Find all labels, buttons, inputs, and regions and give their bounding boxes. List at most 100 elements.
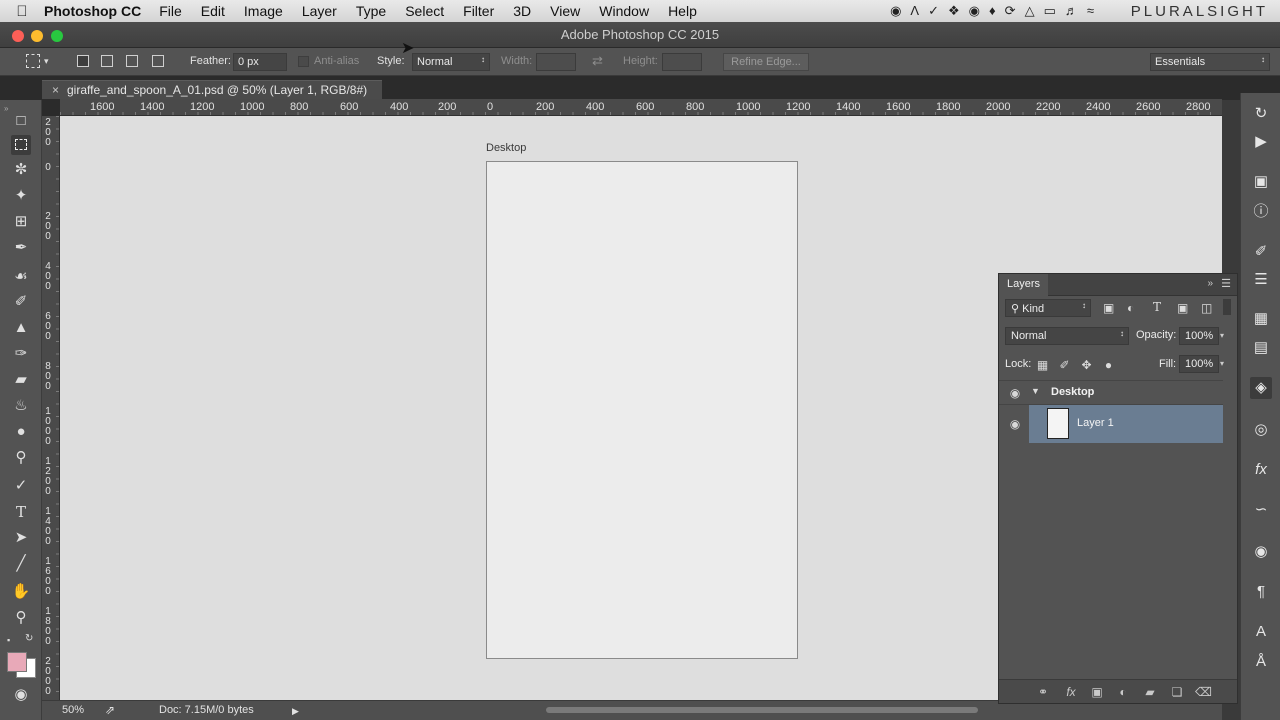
panel-menu-icon[interactable]: ☰: [1221, 277, 1231, 290]
properties-panel-icon[interactable]: ☰: [1250, 269, 1272, 291]
dodge-tool-icon[interactable]: ⚲: [11, 448, 31, 468]
artboard[interactable]: [486, 161, 798, 659]
opacity-input[interactable]: 100%: [1179, 327, 1219, 345]
clone-stamp-tool-icon[interactable]: ▲: [11, 318, 31, 338]
visibility-eye-icon[interactable]: ◉: [1007, 417, 1023, 431]
smart-object-filter-icon[interactable]: ◫: [1201, 301, 1212, 315]
chevron-down-icon[interactable]: ▾: [44, 56, 49, 67]
brush-panel-icon[interactable]: ✐: [1250, 241, 1272, 263]
intersect-selection-icon[interactable]: [152, 55, 164, 67]
visibility-eye-icon[interactable]: ◉: [1007, 386, 1023, 400]
paint-bucket-tool-icon[interactable]: ♨: [11, 396, 31, 416]
feather-input[interactable]: 0 px: [233, 53, 287, 71]
apple-icon[interactable]: : [0, 3, 44, 20]
eye-icon[interactable]: ◉: [969, 3, 980, 19]
drive-icon[interactable]: △: [1025, 3, 1035, 19]
trash-icon[interactable]: ⌫: [1195, 684, 1212, 700]
swap-colors-icon[interactable]: ↻: [25, 633, 33, 644]
menu-edit[interactable]: Edit: [201, 3, 225, 19]
add-mask-icon[interactable]: ▣: [1089, 684, 1105, 700]
crop-tool-icon[interactable]: ⊞: [11, 212, 31, 232]
brush-tool-icon[interactable]: ✐: [11, 292, 31, 312]
check-icon[interactable]: ✓: [928, 3, 939, 19]
default-colors-icon[interactable]: ▪: [7, 635, 10, 645]
expand-panel-icon[interactable]: »: [4, 104, 8, 113]
close-tab-icon[interactable]: ×: [52, 83, 59, 97]
menu-3d[interactable]: 3D: [513, 3, 531, 19]
dropbox-icon[interactable]: ❖: [948, 3, 960, 19]
styles-panel-icon[interactable]: fx: [1250, 459, 1272, 481]
line-tool-icon[interactable]: ╱: [11, 554, 31, 574]
adobe-icon[interactable]: Λ: [910, 3, 919, 19]
paths-panel-icon[interactable]: ∽: [1250, 499, 1272, 521]
layer-group-row[interactable]: ◉ ▼ Desktop: [999, 380, 1223, 404]
lock-transparent-icon[interactable]: ▦: [1036, 359, 1049, 372]
menu-image[interactable]: Image: [244, 3, 283, 19]
filter-kind-select[interactable]: ⚲ Kind ↕: [1005, 299, 1091, 317]
lock-all-icon[interactable]: ●: [1102, 359, 1115, 372]
filter-toggle[interactable]: [1223, 299, 1231, 315]
menu-file[interactable]: File: [159, 3, 182, 19]
path-selection-tool-icon[interactable]: ➤: [11, 528, 31, 548]
layers-panel-icon[interactable]: ◈: [1250, 377, 1272, 399]
blur-tool-icon[interactable]: ●: [11, 422, 31, 442]
quick-mask-icon[interactable]: ◉: [11, 685, 31, 705]
lasso-tool-icon[interactable]: ✼: [11, 160, 31, 180]
marquee-preset-icon[interactable]: [26, 54, 40, 68]
menu-type[interactable]: Type: [356, 3, 386, 19]
adjustment-filter-icon[interactable]: ◐: [1127, 301, 1134, 315]
color-panel-icon[interactable]: ◉: [1250, 541, 1272, 563]
lock-image-icon[interactable]: ✐: [1058, 359, 1071, 372]
pen-tool-icon[interactable]: ✓: [11, 476, 31, 496]
share-icon[interactable]: ⇗: [105, 703, 115, 717]
collapse-panel-icon[interactable]: »: [1207, 278, 1213, 289]
adjustment-layer-icon[interactable]: ◐: [1115, 684, 1131, 700]
type-filter-icon[interactable]: T: [1153, 300, 1161, 314]
evernote-icon[interactable]: ♦: [989, 3, 996, 19]
menu-help[interactable]: Help: [668, 3, 697, 19]
battery-icon[interactable]: ▭: [1044, 3, 1056, 19]
group-name[interactable]: Desktop: [1051, 386, 1094, 398]
channels-panel-icon[interactable]: ◎: [1250, 419, 1272, 441]
record-icon[interactable]: ◉: [890, 3, 901, 19]
layer-name[interactable]: Layer 1: [1077, 417, 1114, 429]
new-selection-icon[interactable]: [77, 55, 89, 67]
rectangular-marquee-tool-icon[interactable]: [11, 135, 31, 155]
hand-tool-icon[interactable]: ✋: [11, 582, 31, 602]
glyphs-panel-icon[interactable]: Å: [1250, 651, 1272, 673]
info-panel-icon[interactable]: ⓘ: [1250, 201, 1272, 223]
history-brush-tool-icon[interactable]: ✑: [11, 344, 31, 364]
artboard-label[interactable]: Desktop: [486, 142, 526, 154]
swatches-panel-icon[interactable]: ▦: [1250, 308, 1272, 330]
menu-select[interactable]: Select: [405, 3, 444, 19]
new-layer-icon[interactable]: ❏: [1169, 684, 1185, 700]
type-tool-icon[interactable]: T: [11, 502, 31, 522]
zoom-tool-icon[interactable]: ⚲: [11, 608, 31, 628]
eyedropper-tool-icon[interactable]: ✒: [11, 238, 31, 258]
blend-mode-select[interactable]: Normal ↕: [1005, 327, 1129, 345]
libraries-panel-icon[interactable]: ▣: [1250, 171, 1272, 193]
eraser-tool-icon[interactable]: ▰: [11, 370, 31, 390]
lock-position-icon[interactable]: ✥: [1080, 359, 1093, 372]
antialias-checkbox[interactable]: [298, 56, 309, 67]
disclosure-triangle-icon[interactable]: ▼: [1031, 386, 1040, 396]
layers-tab[interactable]: Layers: [999, 274, 1049, 296]
foreground-color-swatch[interactable]: [7, 652, 27, 672]
history-panel-icon[interactable]: ↻: [1250, 103, 1272, 125]
zoom-level[interactable]: 50%: [62, 704, 84, 716]
fx-icon[interactable]: fx: [1063, 684, 1079, 700]
style-select[interactable]: Normal ↕: [412, 53, 490, 71]
fill-input[interactable]: 100%: [1179, 355, 1219, 373]
refine-edge-button[interactable]: Refine Edge...: [723, 53, 809, 71]
actions-panel-icon[interactable]: ▶: [1250, 131, 1272, 153]
link-layers-icon[interactable]: ⚭: [1035, 684, 1051, 700]
quick-selection-tool-icon[interactable]: ✦: [11, 186, 31, 206]
menu-filter[interactable]: Filter: [463, 3, 494, 19]
healing-brush-tool-icon[interactable]: ☙: [11, 267, 31, 287]
document-tab[interactable]: × giraffe_and_spoon_A_01.psd @ 50% (Laye…: [42, 80, 382, 99]
menu-layer[interactable]: Layer: [302, 3, 337, 19]
character-panel-icon[interactable]: A: [1250, 621, 1272, 643]
chevron-down-icon[interactable]: ▾: [1220, 359, 1224, 368]
paragraph-styles-panel-icon[interactable]: ▤: [1250, 337, 1272, 359]
menu-window[interactable]: Window: [599, 3, 649, 19]
